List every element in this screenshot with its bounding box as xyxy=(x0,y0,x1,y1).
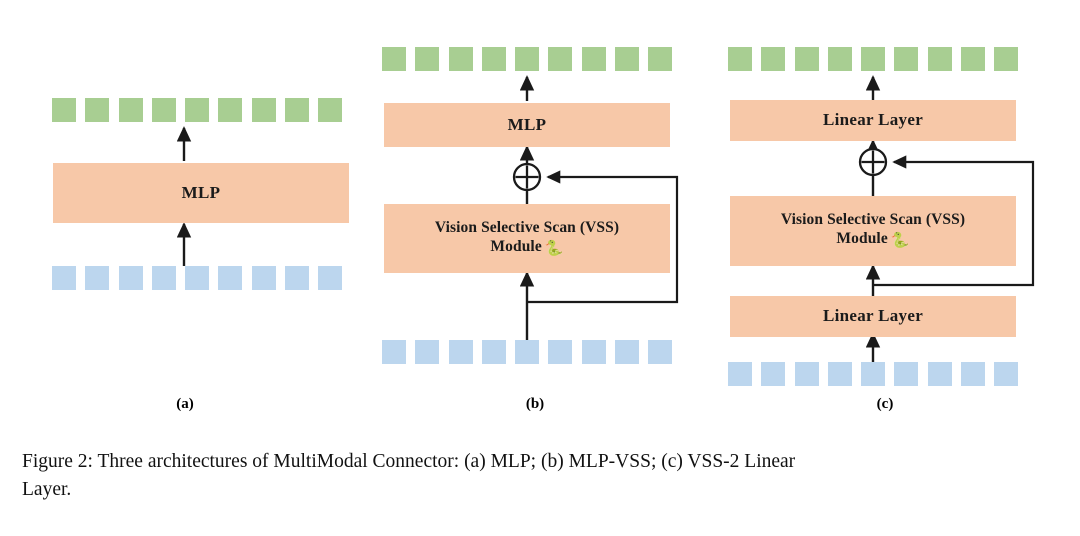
output-token xyxy=(85,98,110,122)
module-box-mlp[interactable]: MLP xyxy=(53,163,349,223)
snake-icon: 🐍 xyxy=(544,240,564,257)
module-box-label-line-1: Vision Selective Scan (VSS) xyxy=(434,218,620,236)
input-token xyxy=(151,266,176,290)
output-token xyxy=(415,47,440,71)
input-token xyxy=(251,266,276,290)
input-token xyxy=(85,266,110,290)
input-token xyxy=(415,340,440,364)
input-token xyxy=(761,362,786,386)
output-token xyxy=(648,47,672,71)
figure-caption: Figure 2: Three architectures of MultiMo… xyxy=(22,448,1062,503)
input-token xyxy=(861,362,885,386)
output-token-row-a xyxy=(52,98,342,122)
input-token xyxy=(728,362,752,386)
input-token xyxy=(827,362,852,386)
output-token xyxy=(318,98,342,122)
output-token xyxy=(185,98,209,122)
output-token xyxy=(794,47,819,71)
input-token xyxy=(581,340,606,364)
input-token xyxy=(284,266,309,290)
input-token xyxy=(894,362,919,386)
input-token xyxy=(481,340,506,364)
output-token xyxy=(994,47,1018,71)
output-token xyxy=(448,47,473,71)
output-token xyxy=(894,47,919,71)
figure-caption-line-1: Figure 2: Three architectures of MultiMo… xyxy=(22,451,796,472)
module-box-label-line-2-text: Module xyxy=(490,237,542,255)
panel-label-b: (b) xyxy=(525,396,545,412)
input-token xyxy=(218,266,243,290)
output-token xyxy=(548,47,573,71)
figure-2-diagram: MLP (a) MLP Vision Selective Scan (VSS) … xyxy=(0,0,1080,536)
input-token xyxy=(927,362,952,386)
module-box-label-line-2-text: Module xyxy=(836,230,888,248)
input-token-row-b xyxy=(382,340,672,364)
input-token xyxy=(448,340,473,364)
panel-c-vss-2-linear-layer: Linear Layer Vision Selective Scan (VSS)… xyxy=(715,0,1055,430)
panel-b-mlp-vss: MLP Vision Selective Scan (VSS) Module 🐍 … xyxy=(370,0,700,430)
output-token xyxy=(118,98,143,122)
input-token xyxy=(382,340,406,364)
module-box-mlp[interactable]: MLP xyxy=(384,103,670,147)
input-token xyxy=(994,362,1018,386)
output-token-row-c xyxy=(728,47,1018,71)
input-token xyxy=(318,266,342,290)
output-token xyxy=(251,98,276,122)
output-token xyxy=(284,98,309,122)
module-box-label: Linear Layer xyxy=(822,306,924,326)
output-token xyxy=(382,47,406,71)
output-token xyxy=(861,47,885,71)
input-token xyxy=(515,340,539,364)
output-token xyxy=(927,47,952,71)
input-token xyxy=(794,362,819,386)
module-box-vss[interactable]: Vision Selective Scan (VSS) Module 🐍 xyxy=(730,196,1016,266)
panel-label-c: (c) xyxy=(876,396,894,412)
input-token-row-c xyxy=(728,362,1018,386)
input-token xyxy=(960,362,985,386)
input-token xyxy=(614,340,639,364)
output-token xyxy=(614,47,639,71)
output-token-row-b xyxy=(382,47,672,71)
output-token xyxy=(52,98,76,122)
input-token-row-a xyxy=(52,266,342,290)
figure-caption-line-2: Layer. xyxy=(22,478,72,500)
input-token xyxy=(185,266,209,290)
module-box-text: Vision Selective Scan (VSS) Module 🐍 xyxy=(781,211,965,250)
module-box-label-line-2: Module 🐍 xyxy=(781,230,965,250)
module-box-label: MLP xyxy=(507,114,547,134)
output-token xyxy=(827,47,852,71)
input-token xyxy=(548,340,573,364)
module-box-vss[interactable]: Vision Selective Scan (VSS) Module 🐍 xyxy=(384,204,670,273)
output-token xyxy=(728,47,752,71)
module-box-text: Vision Selective Scan (VSS) Module 🐍 xyxy=(435,219,619,258)
module-box-label: MLP xyxy=(181,182,221,202)
output-token xyxy=(761,47,786,71)
snake-icon: 🐍 xyxy=(890,233,910,250)
input-token xyxy=(52,266,76,290)
input-token xyxy=(648,340,672,364)
output-token xyxy=(151,98,176,122)
module-box-label-line-1: Vision Selective Scan (VSS) xyxy=(780,211,966,229)
module-box-linear-bottom[interactable]: Linear Layer xyxy=(730,296,1016,337)
module-box-label: Linear Layer xyxy=(822,110,924,130)
output-token xyxy=(581,47,606,71)
output-token xyxy=(481,47,506,71)
output-token xyxy=(218,98,243,122)
output-token xyxy=(515,47,539,71)
panel-a-mlp: MLP (a) xyxy=(20,0,350,430)
module-box-label-line-2: Module 🐍 xyxy=(435,238,619,258)
panel-label-a: (a) xyxy=(176,396,194,412)
input-token xyxy=(118,266,143,290)
module-box-linear-top[interactable]: Linear Layer xyxy=(730,100,1016,141)
output-token xyxy=(960,47,985,71)
